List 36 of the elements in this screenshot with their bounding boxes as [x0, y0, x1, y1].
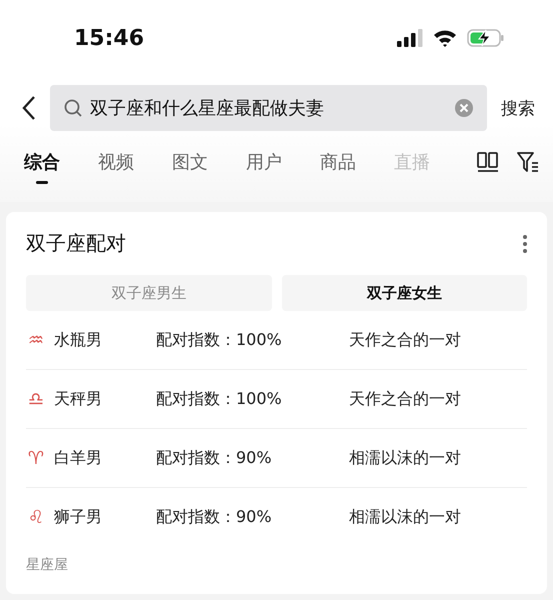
layout-icon[interactable] — [477, 152, 499, 172]
zodiac-icon: ♒ — [26, 330, 46, 350]
gender-tab[interactable]: 双子座男生 — [26, 275, 272, 311]
match-verdict: 相濡以沫的一对 — [349, 506, 462, 528]
sign-name: 天秤男 — [54, 388, 102, 410]
gender-tab[interactable]: 双子座女生 — [282, 275, 527, 311]
status-time: 15:46 — [74, 26, 144, 50]
search-field[interactable]: 双子座和什么星座最配做夫妻 — [50, 85, 487, 131]
wifi-icon — [433, 29, 457, 47]
match-score: 配对指数：100% — [156, 330, 283, 350]
match-score: 配对指数：90% — [156, 506, 273, 528]
match-verdict: 相濡以沫的一对 — [349, 448, 462, 468]
search-icon — [64, 99, 82, 117]
search-button[interactable]: 搜索 — [501, 96, 535, 120]
source-label: 星座屋 — [26, 556, 69, 574]
sign-name: 水瓶男 — [54, 330, 102, 350]
category-tab[interactable]: 图文 — [172, 150, 208, 184]
signal-icon — [397, 29, 423, 47]
more-icon[interactable] — [523, 234, 527, 252]
category-tab[interactable]: 用户 — [246, 150, 282, 184]
match-score: 配对指数：90% — [156, 448, 273, 468]
match-score: 配对指数：100% — [156, 388, 283, 410]
zodiac-icon: ♌ — [26, 506, 46, 528]
category-tab[interactable]: 综合 — [24, 150, 60, 184]
filter-icon[interactable] — [517, 152, 539, 172]
zodiac-icon: ♈ — [26, 448, 46, 468]
category-tab[interactable]: 商品 — [320, 150, 356, 184]
category-tab[interactable]: 视频 — [98, 150, 134, 184]
clear-icon[interactable] — [455, 99, 473, 117]
back-icon[interactable] — [22, 95, 36, 121]
card-title: 双子座配对 — [26, 230, 126, 257]
match-verdict: 天作之合的一对 — [349, 388, 462, 410]
sign-name: 狮子男 — [54, 506, 102, 528]
match-verdict: 天作之合的一对 — [349, 330, 462, 350]
zodiac-icon: ♎ — [26, 388, 46, 410]
sign-name: 白羊男 — [54, 448, 102, 468]
